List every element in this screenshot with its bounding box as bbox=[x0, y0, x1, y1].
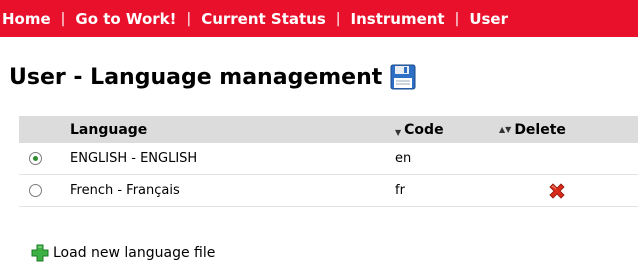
header-language[interactable]: Language bbox=[62, 116, 395, 143]
nav-separator: | bbox=[335, 10, 341, 27]
nav-separator: | bbox=[454, 10, 460, 27]
header-delete[interactable]: ▲▼ Delete bbox=[499, 116, 638, 143]
nav-user-link[interactable]: User bbox=[469, 10, 508, 28]
nav-home-link[interactable]: Home bbox=[2, 10, 51, 28]
language-name: French - Français bbox=[70, 183, 180, 198]
language-radio-button[interactable] bbox=[29, 152, 42, 165]
row-language-cell: ENGLISH - ENGLISH bbox=[62, 143, 395, 175]
language-code: fr bbox=[395, 183, 405, 198]
table-row: French - Français fr bbox=[19, 174, 638, 207]
nav-current-status-link[interactable]: Current Status bbox=[201, 10, 326, 28]
nav-go-to-work-link[interactable]: Go to Work! bbox=[75, 10, 176, 28]
language-table: Language ▼ Code ▲▼ Delete ENGLISH - ENGL… bbox=[19, 116, 638, 207]
delete-icon[interactable] bbox=[548, 182, 566, 200]
row-code-cell: fr bbox=[395, 174, 499, 207]
header-delete-label: Delete bbox=[514, 121, 566, 138]
language-radio-button[interactable] bbox=[29, 184, 42, 197]
load-language-file-label: Load new language file bbox=[53, 245, 216, 261]
header-code-label: Code bbox=[404, 121, 444, 138]
row-select-cell bbox=[19, 143, 62, 175]
sort-both-icon[interactable]: ▲▼ bbox=[499, 125, 511, 134]
header-code[interactable]: ▼ Code bbox=[395, 116, 499, 143]
language-code: en bbox=[395, 151, 412, 166]
page-title-text: User - Language management bbox=[9, 64, 383, 90]
add-icon bbox=[31, 244, 49, 262]
floppy-disk-icon[interactable] bbox=[390, 64, 416, 90]
nav-separator: | bbox=[60, 10, 66, 27]
table-header-row: Language ▼ Code ▲▼ Delete bbox=[19, 116, 638, 143]
row-delete-cell bbox=[499, 174, 638, 207]
page-title: User - Language management bbox=[9, 64, 416, 90]
header-language-label: Language bbox=[70, 121, 148, 138]
sort-desc-icon[interactable]: ▼ bbox=[395, 128, 401, 137]
row-code-cell: en bbox=[395, 143, 499, 175]
header-select-cell bbox=[19, 116, 62, 143]
nav-instrument-link[interactable]: Instrument bbox=[351, 10, 445, 28]
row-language-cell: French - Français bbox=[62, 174, 395, 207]
row-select-cell bbox=[19, 174, 62, 207]
load-language-file-link[interactable]: Load new language file bbox=[31, 244, 215, 262]
table-row: ENGLISH - ENGLISH en bbox=[19, 143, 638, 175]
top-navigation: Home | Go to Work! | Current Status | In… bbox=[0, 0, 638, 37]
row-delete-cell bbox=[499, 143, 638, 175]
language-name: ENGLISH - ENGLISH bbox=[70, 151, 198, 166]
nav-separator: | bbox=[186, 10, 192, 27]
